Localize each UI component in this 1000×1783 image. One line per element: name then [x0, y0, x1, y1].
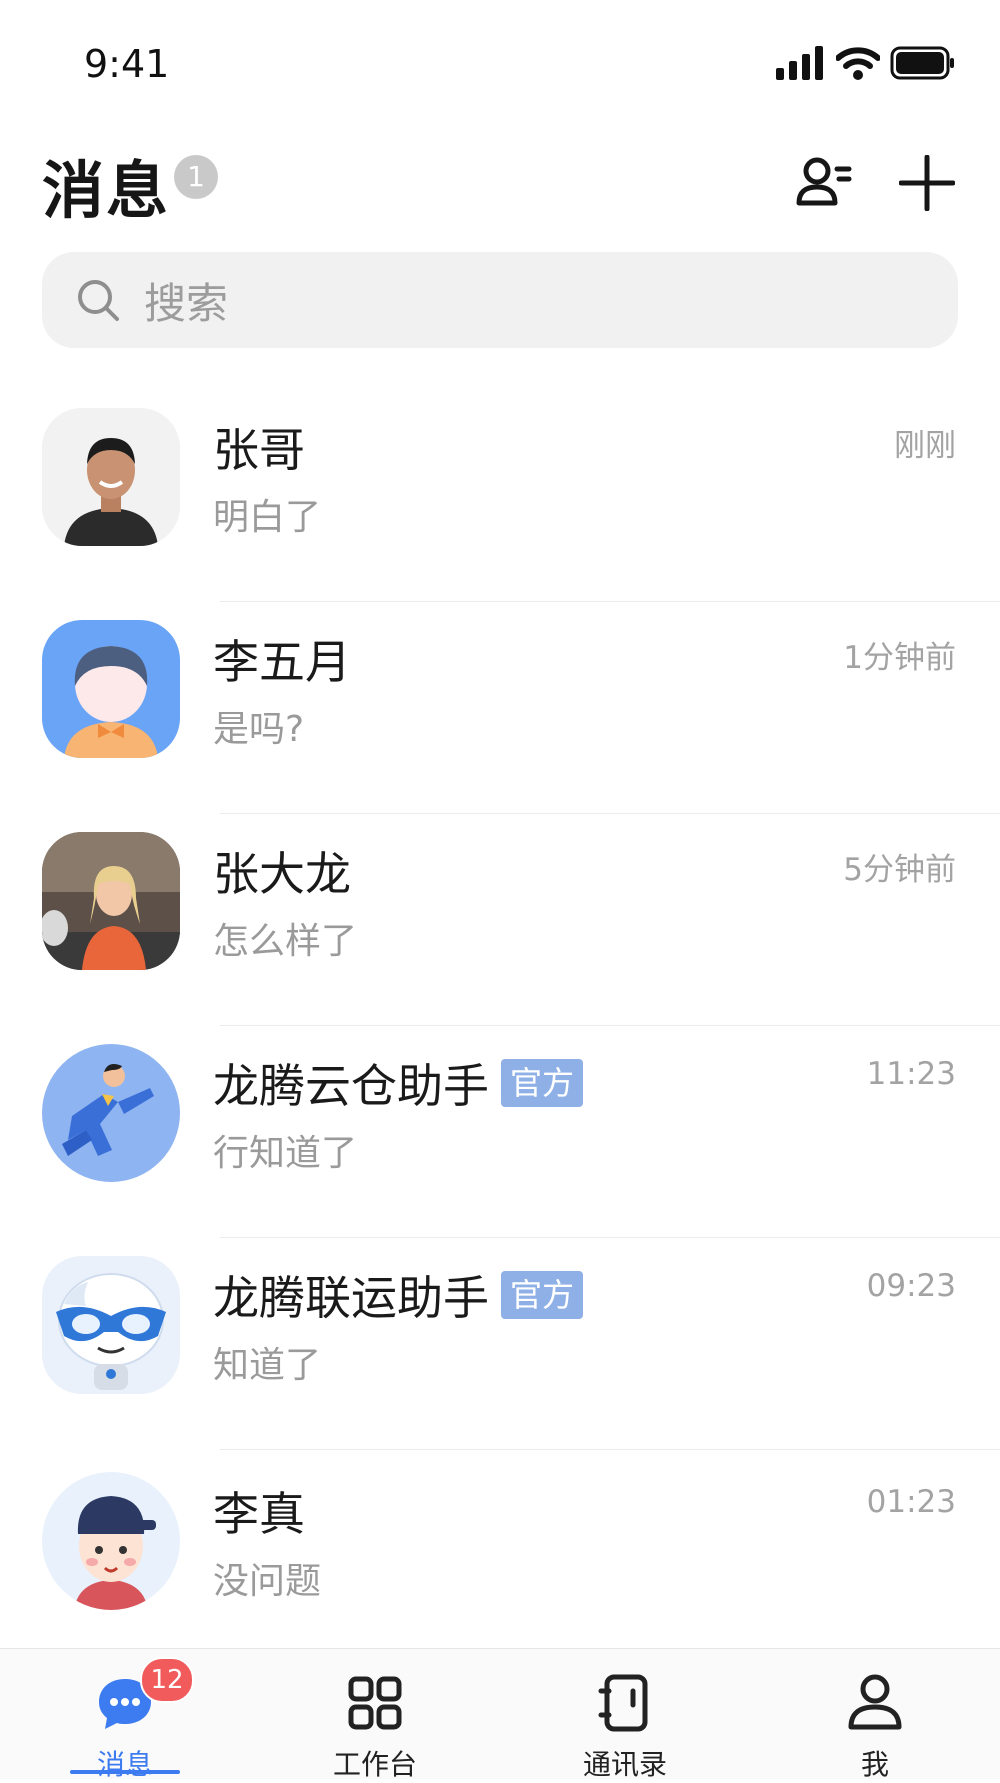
- tab-workbench[interactable]: 工作台: [250, 1649, 500, 1781]
- message-preview: 知道了: [213, 1345, 322, 1386]
- tab-label: 我: [860, 1748, 889, 1781]
- message-preview: 怎么样了: [213, 921, 358, 962]
- message-preview: 行知道了: [213, 1133, 358, 1174]
- conversation-row[interactable]: 龙腾联运助手 官方 知道了 09:23: [0, 1238, 1000, 1450]
- add-contact-button[interactable]: [788, 148, 858, 218]
- conversation-row[interactable]: 张哥 明白了 刚刚: [0, 390, 1000, 602]
- divider: [220, 1449, 1000, 1450]
- contact-name: 李真: [213, 1487, 305, 1541]
- status-bar: 9:41: [0, 0, 1000, 130]
- message-time: 1分钟前: [843, 640, 956, 676]
- message-time: 09:23: [866, 1268, 956, 1304]
- contact-name: 龙腾联运助手: [213, 1271, 489, 1325]
- message-time: 5分钟前: [843, 852, 956, 888]
- person-add-icon: [796, 157, 852, 206]
- search-bar[interactable]: 搜索: [42, 252, 958, 348]
- avatar: [42, 1256, 180, 1394]
- contacts-book-icon: [598, 1674, 648, 1732]
- tab-messages[interactable]: 12 消息: [0, 1649, 250, 1781]
- message-time: 11:23: [866, 1056, 956, 1092]
- search-icon: [78, 280, 119, 321]
- tab-label: 工作台: [332, 1748, 417, 1781]
- message-preview: 是吗?: [213, 709, 305, 750]
- search-placeholder: 搜索: [144, 278, 229, 328]
- avatar: [42, 832, 180, 970]
- cartoon-boy-avatar: [42, 1472, 180, 1610]
- official-tag: 官方: [501, 1059, 584, 1107]
- avatar: [42, 408, 180, 546]
- cartoon-person-avatar: [42, 620, 180, 758]
- avatar: [42, 1044, 180, 1182]
- message-preview: 明白了: [213, 497, 322, 538]
- unread-badge: 1: [174, 155, 218, 199]
- avatar: [42, 620, 180, 758]
- add-button[interactable]: [892, 148, 962, 218]
- tab-contacts[interactable]: 通讯录: [500, 1649, 750, 1781]
- battery-icon: [890, 46, 954, 80]
- message-time: 01:23: [866, 1484, 956, 1520]
- unread-count-badge: 12: [140, 1657, 194, 1703]
- official-tag: 官方: [501, 1271, 584, 1319]
- robot-mascot-avatar: [42, 1256, 180, 1394]
- conversation-row[interactable]: 龙腾云仓助手 官方 行知道了 11:23: [0, 1026, 1000, 1238]
- message-time: 刚刚: [894, 428, 956, 464]
- bottom-tab-bar: 12 消息 工作台 通讯录 我: [0, 1648, 1000, 1781]
- conversation-row[interactable]: 张大龙 怎么样了 5分钟前: [0, 814, 1000, 1026]
- wifi-icon: [836, 47, 880, 80]
- contact-name: 张大龙: [213, 847, 351, 901]
- running-man-avatar: [42, 1044, 180, 1182]
- tab-me[interactable]: 我: [750, 1649, 1000, 1781]
- status-time: 9:41: [84, 42, 170, 86]
- woman-photo-avatar: [42, 832, 180, 970]
- avatar: [42, 1472, 180, 1610]
- page-title: 消息: [42, 154, 171, 227]
- tab-label: 消息: [96, 1748, 153, 1781]
- tab-label: 通讯录: [582, 1748, 667, 1781]
- cellular-signal-icon: [776, 46, 823, 80]
- contact-name: 李五月: [213, 635, 351, 689]
- header: 消息 1: [0, 130, 1000, 250]
- message-preview: 没问题: [213, 1561, 322, 1602]
- conversation-row[interactable]: 李五月 是吗? 1分钟前: [0, 602, 1000, 814]
- contact-name: 张哥: [213, 423, 305, 477]
- man-photo-avatar: [42, 408, 180, 546]
- contact-name: 龙腾云仓助手: [213, 1059, 489, 1113]
- active-tab-indicator: [70, 1770, 180, 1774]
- profile-icon: [848, 1674, 902, 1730]
- grid-icon: [348, 1676, 402, 1730]
- conversation-row[interactable]: 李真 没问题 01:23: [0, 1454, 1000, 1666]
- plus-icon: [899, 155, 955, 211]
